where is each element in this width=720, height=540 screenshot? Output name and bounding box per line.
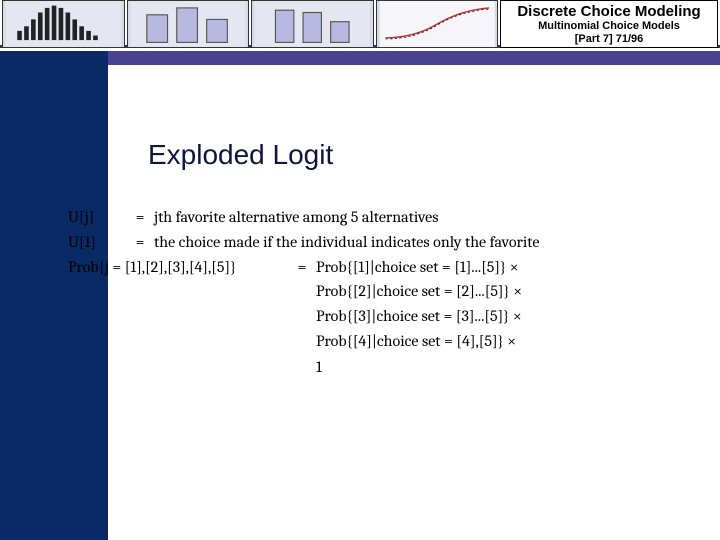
math-eq: = [288,255,316,280]
math-prob-lines: Prob{[2]|choice set = [2]...[5]} × Prob{… [316,279,704,353]
course-subtitle: Multinomial Choice Models [507,20,711,32]
math-line-2: U[1] = the choice made if the individual… [68,230,704,255]
math-lhs: U[j] [68,205,126,230]
title-box: Discrete Choice Modeling Multinomial Cho… [500,0,718,48]
math-rhs: jth favorite alternative among 5 alterna… [154,205,704,230]
math-eq: = [126,205,154,230]
math-rhs: the choice made if the individual indica… [154,230,704,255]
hist-thumb [2,0,125,48]
math-lhs: U[1] [68,230,126,255]
bars2-thumb [251,0,374,48]
math-rhs: Prob{[1]|choice set = [1]...[5]} × [316,255,704,280]
thumbnail-strip [2,0,498,48]
math-prob-line: Prob{[3]|choice set = [3]...[5]} × [316,304,704,329]
math-final-one: 1 [316,355,704,380]
purple-strip [108,51,720,65]
header-band: Discrete Choice Modeling Multinomial Cho… [0,0,720,50]
bars-thumb [127,0,250,48]
math-line-1: U[j] = jth favorite alternative among 5 … [68,205,704,230]
curve-thumb [376,0,499,48]
slide-number: [Part 7] 71/96 [507,33,711,45]
math-prob-line: Prob{[2]|choice set = [2]...[5]} × [316,279,704,304]
slide-heading: Exploded Logit [148,139,333,171]
math-block: U[j] = jth favorite alternative among 5 … [68,205,704,380]
math-eq: = [126,230,154,255]
math-prob-line: Prob{[4]|choice set = [4],[5]} × [316,329,704,354]
slide: Discrete Choice Modeling Multinomial Cho… [0,0,720,540]
math-lhs: Prob{j = [1],[2],[3],[4],[5]} [68,255,288,280]
content-area: Exploded Logit U[j] = jth favorite alter… [108,65,720,540]
course-title: Discrete Choice Modeling [507,4,711,19]
math-line-3: Prob{j = [1],[2],[3],[4],[5]} = Prob{[1]… [68,255,704,280]
